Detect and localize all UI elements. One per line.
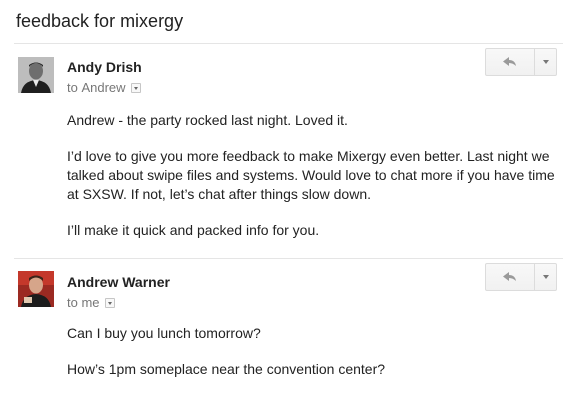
chevron-down-icon bbox=[542, 275, 549, 279]
show-details-icon[interactable] bbox=[130, 82, 141, 93]
avatar[interactable] bbox=[18, 271, 54, 307]
recipient-line[interactable]: to Andrew bbox=[67, 80, 141, 95]
reply-arrow-icon bbox=[503, 57, 516, 66]
reply-button-group bbox=[485, 48, 557, 76]
more-options-button[interactable] bbox=[535, 48, 557, 76]
recipient-name: Andrew bbox=[81, 80, 126, 95]
reply-button[interactable] bbox=[485, 263, 535, 291]
message-body: Can I buy you lunch tomorrow? How’s 1pm … bbox=[67, 324, 567, 379]
email-subject: feedback for mixergy bbox=[16, 11, 184, 31]
message-body: Andrew - the party rocked last night. Lo… bbox=[67, 111, 567, 240]
more-options-button[interactable] bbox=[535, 263, 557, 291]
recipient-prefix: to bbox=[67, 295, 78, 310]
reply-button[interactable] bbox=[485, 48, 535, 76]
chevron-down-icon bbox=[542, 60, 549, 64]
recipient-line[interactable]: to me bbox=[67, 295, 115, 310]
thread-divider bbox=[14, 43, 563, 44]
recipient-name: me bbox=[81, 295, 100, 310]
recipient-prefix: to bbox=[67, 80, 78, 95]
body-paragraph: Andrew - the party rocked last night. Lo… bbox=[67, 112, 348, 128]
show-details-icon[interactable] bbox=[104, 297, 115, 308]
message-divider bbox=[14, 258, 563, 259]
sender-name: Andrew Warner bbox=[67, 274, 170, 290]
reply-arrow-icon bbox=[503, 272, 516, 281]
body-paragraph: I’d love to give you more feedback to ma… bbox=[67, 148, 555, 202]
body-paragraph: I’ll make it quick and packed info for y… bbox=[67, 222, 320, 238]
avatar[interactable] bbox=[18, 57, 54, 93]
body-paragraph: Can I buy you lunch tomorrow? bbox=[67, 325, 261, 341]
sender-name: Andy Drish bbox=[67, 59, 142, 75]
reply-button-group bbox=[485, 263, 557, 291]
body-paragraph: How’s 1pm someplace near the convention … bbox=[67, 361, 386, 377]
